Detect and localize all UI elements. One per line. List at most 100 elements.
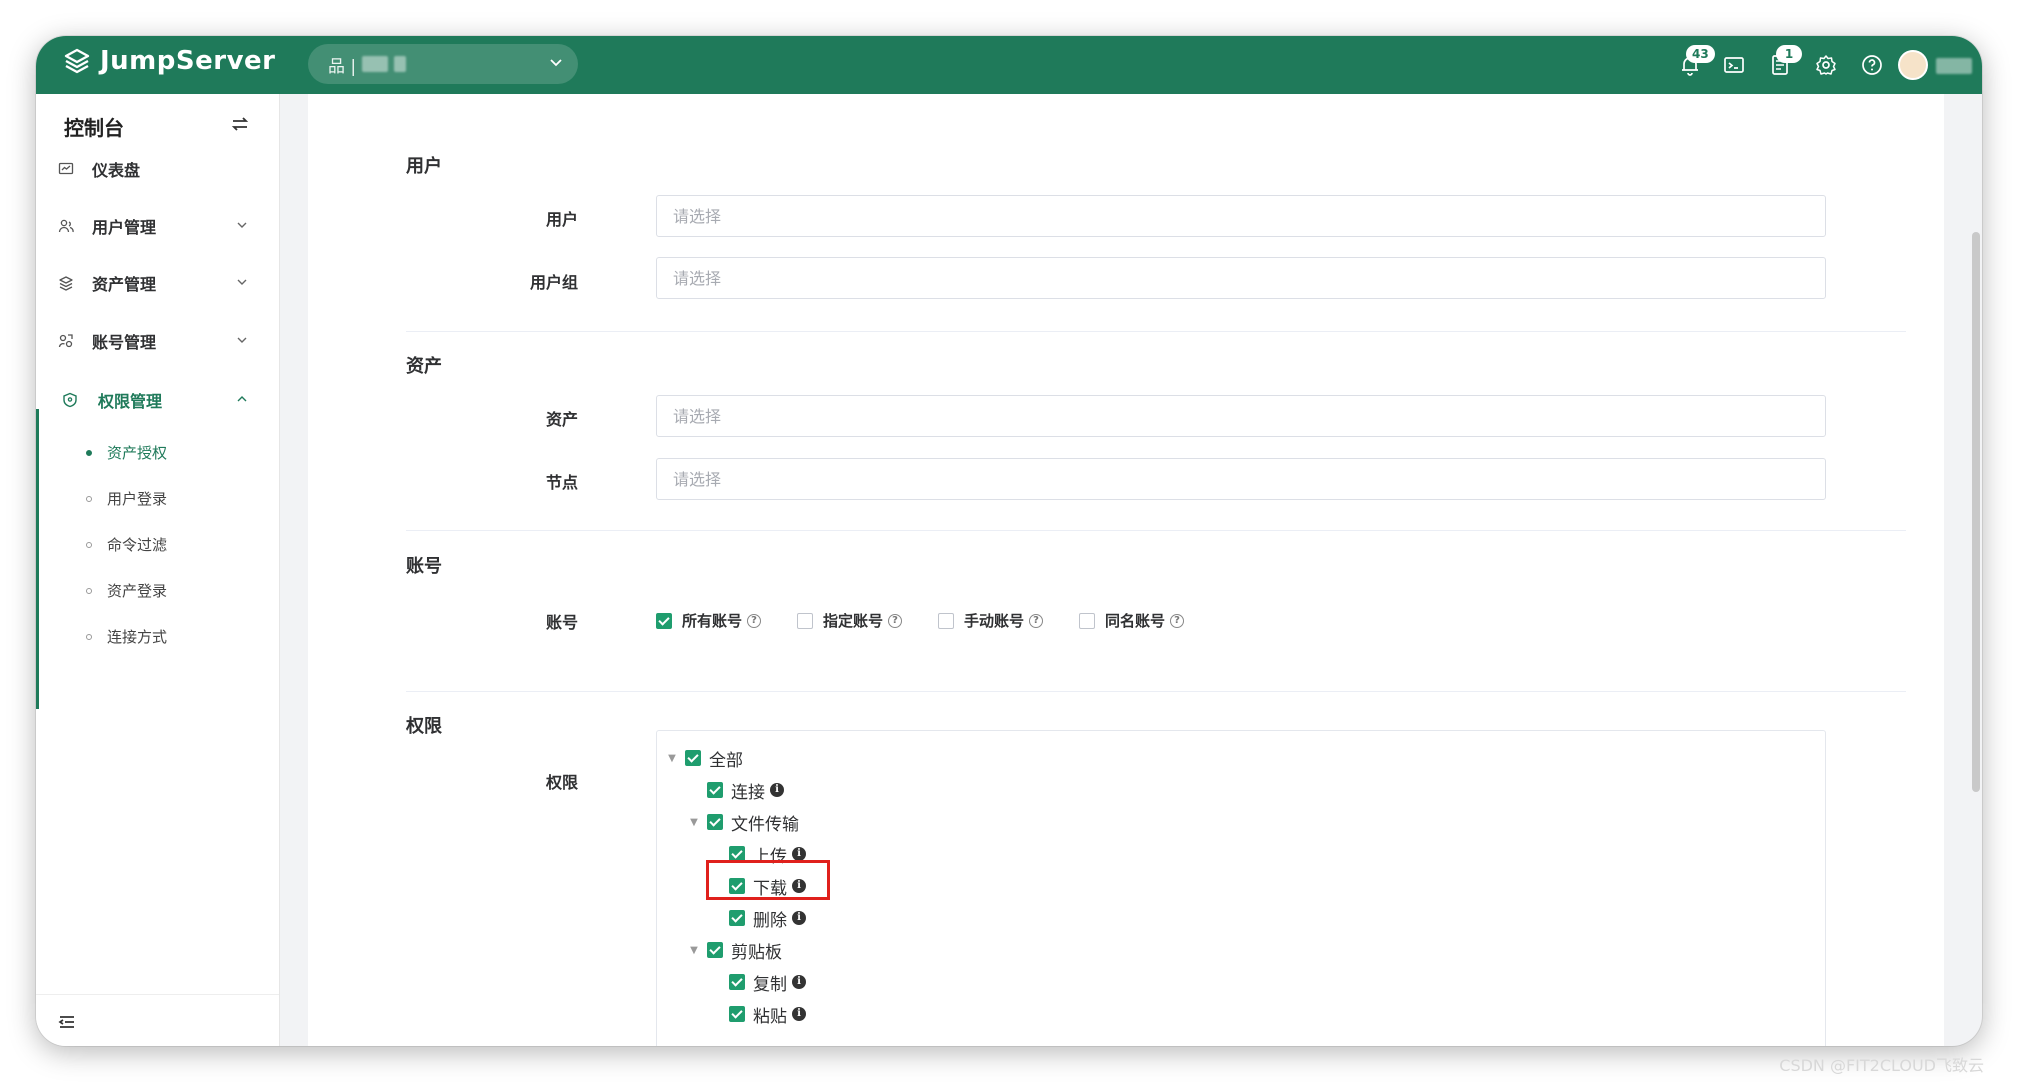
- tree-node-label: 复制: [753, 974, 787, 995]
- account-option-same-name[interactable]: 同名账号 ?: [1079, 610, 1185, 631]
- tree-node-all[interactable]: ▼ 全部: [665, 745, 743, 771]
- user-select[interactable]: [656, 195, 1826, 237]
- collapse-sidebar-icon[interactable]: [58, 1013, 76, 1031]
- caret-down-icon[interactable]: ▼: [687, 945, 701, 956]
- sidebar-item-permissions[interactable]: 权限管理: [36, 375, 279, 425]
- sidebar-subitem-command-filter[interactable]: 命令过滤: [36, 524, 279, 564]
- account-option-specified[interactable]: 指定账号 ?: [797, 610, 903, 631]
- tree-node-connect[interactable]: 连接 i: [707, 777, 784, 803]
- sidebar-subitem-label: 连接方式: [107, 627, 168, 646]
- sidebar-subitem-label: 资产授权: [107, 443, 168, 462]
- accounts-icon: [58, 334, 73, 348]
- tree-node-label: 粘贴: [753, 1006, 787, 1027]
- tree-node-label: 删除: [753, 910, 787, 931]
- tickets-button[interactable]: 1: [1768, 45, 1802, 77]
- sidebar-subitem-asset-login[interactable]: 资产登录: [36, 570, 279, 610]
- notification-count-badge: 43: [1686, 45, 1715, 63]
- assets-icon: [59, 276, 73, 291]
- jumpserver-logo-icon: [64, 48, 90, 74]
- redacted-org-name: [362, 56, 389, 72]
- tree-node-copy[interactable]: 复制 i: [729, 969, 806, 995]
- node-field-label: 节点: [545, 473, 578, 492]
- checkbox[interactable]: [797, 612, 814, 629]
- chevron-down-icon: [550, 59, 562, 67]
- sidebar-subitem-label: 资产登录: [107, 581, 168, 600]
- tree-node-file-transfer[interactable]: ▼ 文件传输: [687, 809, 799, 835]
- section-title-permissions: 权限: [406, 716, 442, 737]
- redacted-username: [1936, 58, 1972, 74]
- help-button[interactable]: [1860, 53, 1884, 77]
- account-option-label: 所有账号: [682, 612, 743, 630]
- checkbox[interactable]: [729, 910, 745, 926]
- bullet-icon: [86, 542, 92, 548]
- checkbox[interactable]: [685, 750, 701, 766]
- app-window: JumpServer 品 | 43 1 控制台 仪表盘 用户管理 资产管理 账号…: [36, 36, 1982, 1046]
- question-icon[interactable]: ?: [888, 613, 903, 628]
- bullet-icon: [86, 450, 92, 456]
- redacted-org-mark: [394, 56, 407, 72]
- section-title-accounts: 账号: [406, 556, 442, 577]
- account-option-label: 手动账号: [964, 612, 1025, 630]
- watermark: CSDN @FIT2CLOUD飞致云: [1779, 1056, 1984, 1075]
- info-icon[interactable]: i: [792, 847, 806, 861]
- settings-button[interactable]: [1814, 53, 1838, 77]
- swap-view-icon[interactable]: [230, 114, 250, 134]
- tree-node-delete[interactable]: 删除 i: [729, 905, 806, 931]
- annotation-highlight-box: [706, 860, 830, 900]
- sidebar-item-label: 账号管理: [92, 333, 157, 352]
- sidebar-item-accounts[interactable]: 账号管理: [36, 316, 279, 366]
- caret-down-icon[interactable]: ▼: [687, 817, 701, 828]
- sidebar-subitem-asset-permission[interactable]: 资产授权: [36, 432, 279, 472]
- organization-select[interactable]: 品 |: [308, 44, 578, 84]
- checkbox[interactable]: [707, 782, 723, 798]
- sidebar-subitem-user-login[interactable]: 用户登录: [36, 478, 279, 518]
- tree-node-label: 文件传输: [731, 814, 799, 835]
- asset-select[interactable]: [656, 395, 1826, 437]
- tree-node-paste[interactable]: 粘贴 i: [729, 1001, 806, 1027]
- checkbox[interactable]: [707, 942, 723, 958]
- org-prefix: 品 |: [328, 56, 357, 77]
- top-navbar: JumpServer 品 | 43 1: [36, 36, 1982, 94]
- sidebar-item-users[interactable]: 用户管理: [36, 201, 279, 251]
- help-icon: [1862, 55, 1882, 75]
- sidebar-subitem-connect-method[interactable]: 连接方式: [36, 616, 279, 656]
- info-icon[interactable]: i: [792, 975, 806, 989]
- node-select[interactable]: [656, 458, 1826, 500]
- section-divider: [406, 691, 1906, 692]
- checkbox[interactable]: [938, 612, 955, 629]
- tree-node-clipboard[interactable]: ▼ 剪贴板: [687, 937, 782, 963]
- web-terminal-button[interactable]: [1722, 53, 1746, 77]
- sidebar-item-dashboard[interactable]: 仪表盘: [36, 144, 279, 194]
- checkbox[interactable]: [729, 1006, 745, 1022]
- sidebar-subitem-label: 用户登录: [107, 489, 168, 508]
- permission-tree: ▼ 全部 连接 i ▼ 文件传输 上传 i 下载 i 删除 i ▼ 剪贴板 复制…: [656, 730, 1826, 1046]
- question-icon[interactable]: ?: [1029, 613, 1044, 628]
- user-avatar[interactable]: [1898, 50, 1928, 80]
- caret-down-icon[interactable]: ▼: [665, 753, 679, 764]
- checkbox[interactable]: [656, 612, 672, 629]
- checkbox[interactable]: [707, 814, 723, 830]
- bullet-icon: [86, 496, 92, 502]
- section-divider: [406, 530, 1906, 531]
- question-icon[interactable]: ?: [1170, 613, 1185, 628]
- asset-field-label: 资产: [545, 410, 578, 429]
- tree-node-label: 全部: [709, 750, 743, 771]
- logo[interactable]: JumpServer: [64, 46, 275, 76]
- sidebar-item-label: 仪表盘: [92, 161, 141, 180]
- sidebar-item-label: 资产管理: [92, 275, 157, 294]
- account-option-all[interactable]: 所有账号 ?: [656, 610, 762, 631]
- info-icon[interactable]: i: [792, 1007, 806, 1021]
- info-icon[interactable]: i: [770, 783, 784, 797]
- chevron-down-icon: [237, 337, 247, 343]
- notifications-button[interactable]: 43: [1678, 45, 1715, 77]
- checkbox[interactable]: [729, 974, 745, 990]
- question-icon[interactable]: ?: [747, 613, 762, 628]
- user-group-select[interactable]: [656, 257, 1826, 299]
- info-icon[interactable]: i: [792, 911, 806, 925]
- checkbox[interactable]: [1079, 612, 1096, 629]
- account-option-manual[interactable]: 手动账号 ?: [938, 610, 1044, 631]
- scrollbar[interactable]: [1972, 232, 1980, 792]
- sidebar-item-assets[interactable]: 资产管理: [36, 258, 279, 308]
- brand-name: JumpServer: [100, 46, 276, 76]
- bullet-icon: [86, 588, 92, 594]
